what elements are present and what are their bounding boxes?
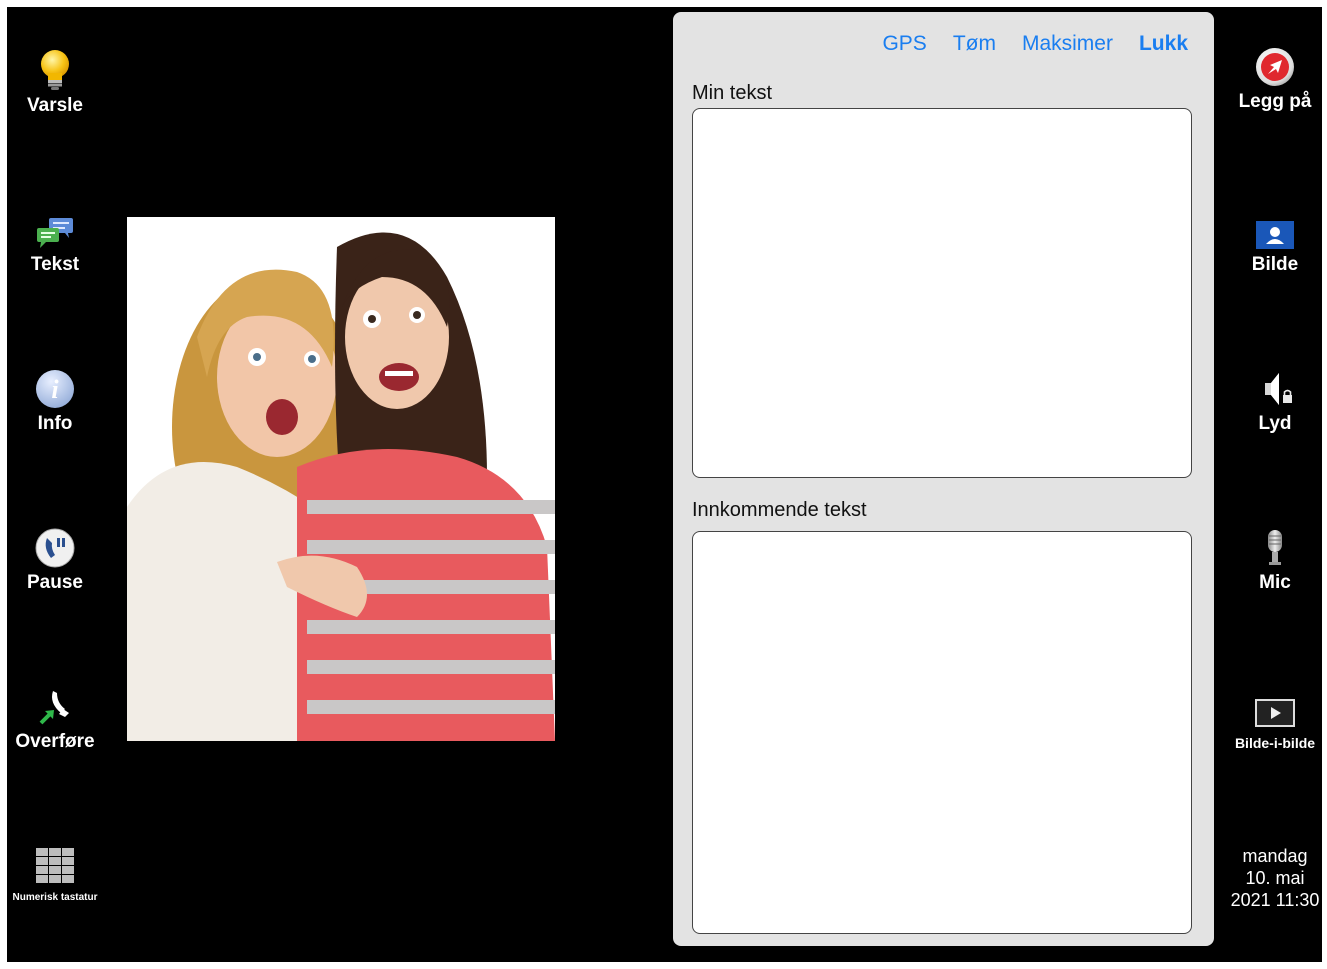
- panel-actions: GPS Tøm Maksimer Lukk: [882, 32, 1188, 56]
- tekst-button[interactable]: Tekst: [7, 208, 103, 276]
- lightbulb-icon: [7, 49, 103, 91]
- overfore-label: Overføre: [15, 731, 95, 752]
- info-icon: i: [7, 367, 103, 409]
- info-label: Info: [37, 413, 73, 434]
- pause-button[interactable]: Pause: [7, 526, 103, 594]
- picture-in-picture-icon: [1227, 685, 1322, 727]
- numerisk-tastatur-button[interactable]: Numerisk tastatur: [7, 844, 103, 903]
- date: 10. mai: [1245, 868, 1305, 888]
- contact-picture-icon: [1227, 208, 1322, 250]
- pause-label: Pause: [27, 572, 83, 593]
- numerisk-tastatur-label: Numerisk tastatur: [12, 892, 98, 903]
- mic-label: Mic: [1259, 572, 1291, 593]
- caller-video: [127, 217, 555, 741]
- picture-button[interactable]: Bilde: [1227, 208, 1322, 276]
- picture-in-picture-label: Bilde-i-bilde: [1234, 735, 1316, 751]
- picture-label: Bilde: [1251, 254, 1299, 275]
- info-button[interactable]: i Info: [7, 367, 103, 435]
- maximize-button[interactable]: Maksimer: [1022, 32, 1113, 56]
- my-text-input[interactable]: [692, 108, 1192, 478]
- date-time-display: mandag 10. mai 2021 11:30: [1223, 845, 1322, 911]
- clear-button[interactable]: Tøm: [953, 32, 996, 56]
- pause-call-icon: [7, 526, 103, 568]
- gps-button[interactable]: GPS: [882, 32, 926, 56]
- video-call-screen: Varsle Tekst i Info Pause Overføre Numer…: [7, 7, 1322, 962]
- hang-up-label: Legg på: [1238, 91, 1312, 112]
- microphone-icon: [1227, 526, 1322, 568]
- sound-label: Lyd: [1258, 413, 1292, 434]
- varsle-button[interactable]: Varsle: [7, 49, 103, 117]
- varsle-label: Varsle: [27, 95, 83, 116]
- close-button[interactable]: Lukk: [1139, 32, 1188, 56]
- hang-up-button[interactable]: Legg på: [1227, 45, 1322, 113]
- chat-bubbles-icon: [7, 208, 103, 250]
- transfer-call-icon: [7, 685, 103, 727]
- mic-button[interactable]: Mic: [1227, 526, 1322, 594]
- incoming-text-box[interactable]: [692, 531, 1192, 934]
- year-time: 2021 11:30: [1230, 890, 1320, 910]
- speaker-lock-icon: [1227, 367, 1322, 409]
- tekst-label: Tekst: [30, 254, 80, 275]
- hang-up-icon: [1227, 45, 1322, 87]
- incoming-text-label: Innkommende tekst: [692, 499, 867, 521]
- sound-button[interactable]: Lyd: [1227, 367, 1322, 435]
- svg-text:i: i: [51, 375, 59, 404]
- my-text-label: Min tekst: [692, 82, 773, 104]
- weekday: mandag: [1242, 846, 1308, 866]
- keypad-icon: [7, 844, 103, 886]
- overfore-button[interactable]: Overføre: [7, 685, 103, 753]
- picture-in-picture-button[interactable]: Bilde-i-bilde: [1227, 685, 1322, 751]
- text-chat-panel: GPS Tøm Maksimer Lukk Min tekst Innkomme…: [673, 12, 1214, 946]
